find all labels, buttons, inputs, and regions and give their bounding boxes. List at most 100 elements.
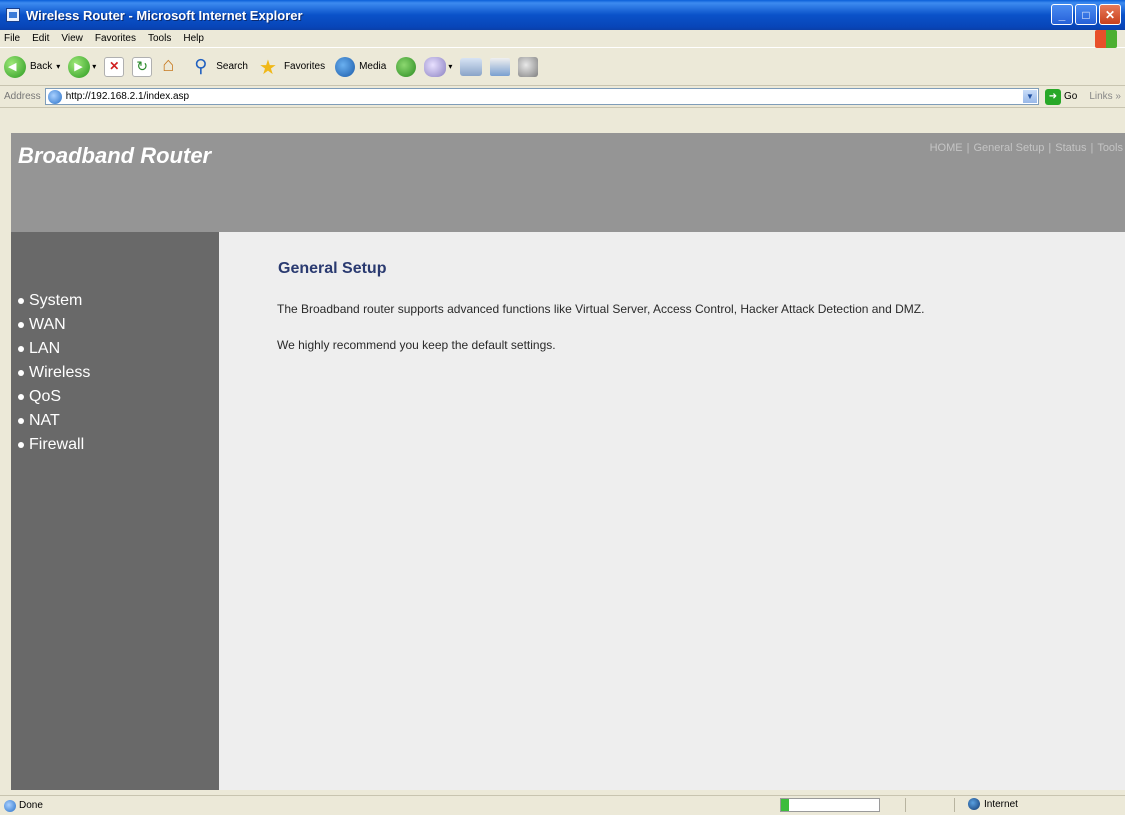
web-page: Broadband Router HOME | General Setup | … (11, 133, 1125, 790)
page-description: The Broadband router supports advanced f… (277, 302, 925, 316)
status-panels (905, 798, 955, 812)
zone-label: Internet (984, 798, 1018, 810)
address-url[interactable]: http://192.168.2.1/index.asp (66, 91, 189, 102)
sidebar-item-label: Firewall (29, 436, 85, 453)
sidebar-item-label: NAT (29, 412, 60, 429)
sidebar-item-system[interactable]: System (18, 289, 90, 313)
nav-home-link[interactable]: HOME (930, 142, 963, 154)
status-text: Done (19, 800, 43, 811)
sidebar-item-qos[interactable]: QoS (18, 385, 90, 409)
bullet-icon (18, 370, 24, 376)
sidebar-item-lan[interactable]: LAN (18, 337, 90, 361)
forward-dropdown-icon[interactable]: ▾ (92, 62, 96, 71)
menu-favorites[interactable]: Favorites (95, 33, 136, 44)
stop-button[interactable] (104, 56, 125, 77)
search-icon (190, 56, 212, 78)
go-arrow-icon: ➜ (1044, 88, 1061, 105)
sidebar-item-wan[interactable]: WAN (18, 313, 90, 337)
nav-separator: | (966, 142, 970, 154)
back-arrow-icon (4, 55, 26, 78)
status-bar: Done Internet (0, 795, 1125, 815)
sidebar-item-label: Wireless (29, 364, 91, 381)
menu-edit[interactable]: Edit (32, 33, 49, 44)
home-button[interactable] (160, 54, 182, 78)
nav-status-link[interactable]: Status (1055, 142, 1086, 154)
sidebar-item-nat[interactable]: NAT (18, 409, 90, 433)
bullet-icon (18, 418, 24, 424)
close-button[interactable]: ✕ (1099, 4, 1121, 25)
favorites-label: Favorites (283, 61, 326, 72)
brand-title: Broadband Router (18, 143, 212, 168)
forward-button[interactable]: ▾ (68, 55, 96, 78)
router-header: Broadband Router HOME | General Setup | … (11, 133, 1125, 232)
menu-view[interactable]: View (61, 33, 83, 44)
home-icon (160, 54, 182, 78)
address-label: Address (4, 91, 41, 102)
back-button[interactable]: Back ▾ (4, 55, 60, 78)
menu-file[interactable]: File (4, 33, 20, 44)
globe-icon (968, 798, 980, 810)
media-icon (335, 56, 356, 77)
back-dropdown-icon[interactable]: ▾ (56, 62, 60, 71)
search-label: Search (216, 61, 248, 72)
links-button[interactable]: Links » (1089, 91, 1121, 102)
mail-icon (424, 56, 447, 77)
search-button[interactable]: Search (190, 56, 250, 78)
nav-separator: | (1090, 142, 1094, 154)
main-content: General Setup The Broadband router suppo… (219, 232, 1125, 790)
edit-icon (490, 57, 511, 76)
menu-tools[interactable]: Tools (148, 33, 171, 44)
nav-general-setup-link[interactable]: General Setup (973, 142, 1044, 154)
sidebar-item-wireless[interactable]: Wireless (18, 361, 90, 385)
media-label: Media (359, 61, 387, 72)
messenger-button[interactable] (518, 56, 539, 77)
sidebar-menu: System WAN LAN Wireless QoS NAT Firewall (18, 289, 90, 457)
sidebar: System WAN LAN Wireless QoS NAT Firewall (11, 232, 219, 790)
window-controls: _ □ ✕ (1051, 4, 1121, 25)
standard-toolbar: Back ▾ ▾ Search Favorites Media ▾ (0, 48, 1125, 86)
bullet-icon (18, 322, 24, 328)
page-title: General Setup (278, 260, 387, 277)
ie-app-icon (6, 8, 20, 22)
sidebar-item-label: LAN (29, 340, 61, 357)
nav-separator: | (1048, 142, 1052, 154)
address-dropdown-icon[interactable]: ▼ (1022, 90, 1037, 103)
page-recommendation: We highly recommend you keep the default… (277, 338, 556, 352)
sidebar-item-label: System (29, 292, 83, 309)
bullet-icon (18, 298, 24, 304)
refresh-button[interactable] (132, 56, 153, 77)
print-button[interactable] (460, 57, 483, 76)
messenger-icon (518, 56, 539, 77)
bullet-icon (18, 346, 24, 352)
print-icon (460, 57, 483, 76)
progress-bar (780, 798, 880, 812)
maximize-button[interactable]: □ (1075, 4, 1097, 25)
bullet-icon (18, 442, 24, 448)
history-button[interactable] (396, 56, 417, 77)
windows-logo-icon (1095, 30, 1117, 48)
sidebar-item-label: QoS (29, 388, 62, 405)
window-title-bar[interactable]: Wireless Router - Microsoft Internet Exp… (0, 0, 1125, 30)
progress-fill (781, 799, 789, 811)
menu-bar: File Edit View Favorites Tools Help (0, 30, 1125, 48)
go-button[interactable]: ➜ Go (1044, 88, 1078, 105)
sidebar-item-firewall[interactable]: Firewall (18, 433, 90, 457)
mail-dropdown-icon[interactable]: ▾ (448, 62, 452, 71)
address-field[interactable]: http://192.168.2.1/index.asp ▼ (44, 88, 1039, 105)
menu-help[interactable]: Help (183, 33, 204, 44)
security-zone[interactable]: Internet (968, 798, 1018, 810)
favorites-button[interactable]: Favorites (258, 55, 327, 80)
refresh-icon (132, 56, 153, 77)
top-navigation: HOME | General Setup | Status | Tools (930, 142, 1123, 154)
page-icon (47, 89, 62, 104)
sidebar-item-label: WAN (29, 316, 66, 333)
window-title: Wireless Router - Microsoft Internet Exp… (26, 7, 303, 23)
favorites-star-icon (258, 55, 280, 80)
go-label: Go (1063, 91, 1078, 102)
nav-tools-link[interactable]: Tools (1097, 142, 1123, 154)
back-label: Back (30, 61, 53, 72)
minimize-button[interactable]: _ (1051, 4, 1073, 25)
mail-button[interactable]: ▾ (424, 56, 452, 77)
edit-button[interactable] (490, 57, 511, 76)
media-button[interactable]: Media (335, 56, 388, 77)
